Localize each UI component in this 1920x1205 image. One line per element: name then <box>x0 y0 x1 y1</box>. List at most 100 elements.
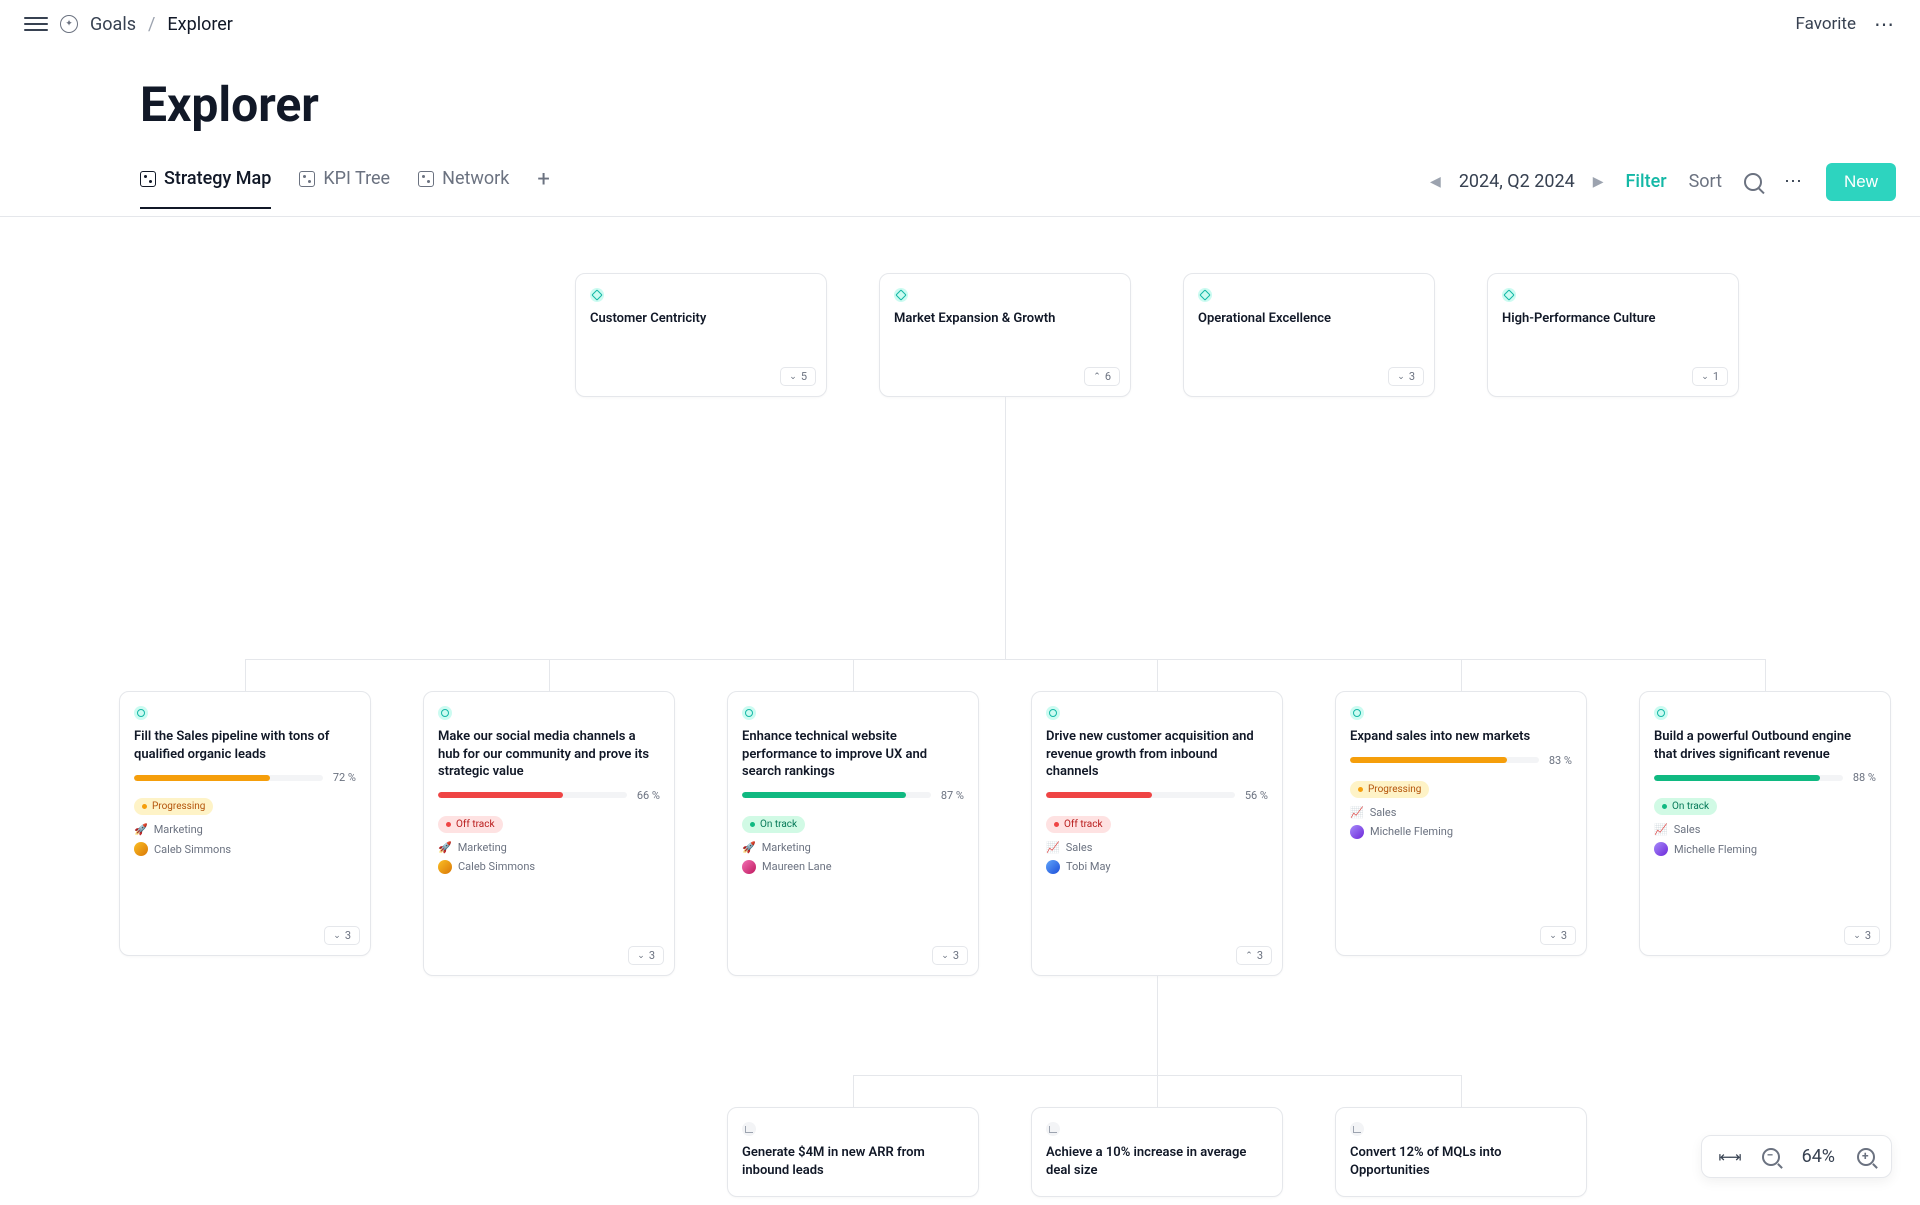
kpi-title: Convert 12% of MQLs into Opportunities <box>1350 1144 1572 1179</box>
team-tag: 📈Sales <box>1046 841 1268 854</box>
kpi-card[interactable]: Achieve a 10% increase in average deal s… <box>1031 1107 1283 1197</box>
period-next-button[interactable]: ▶ <box>1593 174 1604 190</box>
kpi-card[interactable]: Generate $4M in new ARR from inbound lea… <box>727 1107 979 1197</box>
chart-icon <box>1350 1122 1364 1136</box>
breadcrumb-root[interactable]: Goals <box>90 14 136 35</box>
zoom-out-button[interactable] <box>1762 1148 1780 1166</box>
team-tag: 🚀Marketing <box>134 823 356 836</box>
team-icon: 📈 <box>1046 841 1060 854</box>
expand-children-button[interactable]: ⌄3 <box>1540 926 1576 945</box>
team-tag: 📈Sales <box>1654 823 1876 836</box>
kpi-title: Achieve a 10% increase in average deal s… <box>1046 1144 1268 1179</box>
pillar-card[interactable]: High-Performance Culture ⌄ 1 <box>1487 273 1739 397</box>
children-count: 3 <box>1257 949 1263 962</box>
progress-bar <box>742 792 931 798</box>
zoom-toolbar: ⇤⇥ 64% <box>1701 1135 1892 1178</box>
favorite-button[interactable]: Favorite <box>1795 14 1856 34</box>
team-icon: 📈 <box>1654 823 1668 836</box>
children-count: 5 <box>801 370 807 383</box>
collapse-children-button[interactable]: ⌃3 <box>1236 946 1272 965</box>
owner-row: Caleb Simmons <box>438 860 660 874</box>
collapse-children-button[interactable]: ⌃ 6 <box>1084 367 1120 386</box>
expand-children-button[interactable]: ⌄3 <box>932 946 968 965</box>
pillar-icon <box>1198 288 1212 302</box>
pillar-icon <box>590 288 604 302</box>
goal-card[interactable]: Expand sales into new markets 83 % Progr… <box>1335 691 1587 956</box>
page-title: Explorer <box>0 48 1920 133</box>
add-view-button[interactable]: + <box>537 167 549 210</box>
team-tag: 🚀Marketing <box>742 841 964 854</box>
goal-card[interactable]: Build a powerful Outbound engine that dr… <box>1639 691 1891 956</box>
goal-icon <box>438 706 452 720</box>
filter-button[interactable]: Filter <box>1626 171 1667 192</box>
children-count: 3 <box>1409 370 1415 383</box>
compass-icon: ✦ <box>60 15 78 33</box>
expand-children-button[interactable]: ⌄ 5 <box>780 367 816 386</box>
status-badge: On track <box>742 816 805 833</box>
pillar-title: Market Expansion & Growth <box>894 310 1116 328</box>
progress-percent: 56 % <box>1245 789 1268 802</box>
chevron-down-icon: ⌄ <box>637 951 645 961</box>
pillar-icon <box>894 288 908 302</box>
connector-line <box>1461 659 1462 691</box>
pillar-card[interactable]: Operational Excellence ⌄ 3 <box>1183 273 1435 397</box>
expand-children-button[interactable]: ⌄ 3 <box>1388 367 1424 386</box>
connector-line <box>853 659 854 691</box>
breadcrumb-current[interactable]: Explorer <box>167 14 233 35</box>
kpi-card[interactable]: Convert 12% of MQLs into Opportunities <box>1335 1107 1587 1197</box>
fit-to-screen-button[interactable]: ⇤⇥ <box>1718 1148 1739 1166</box>
team-icon: 📈 <box>1350 806 1364 819</box>
goal-card[interactable]: Enhance technical website performance to… <box>727 691 979 976</box>
children-count: 3 <box>345 929 351 942</box>
chart-icon <box>1046 1122 1060 1136</box>
period-label[interactable]: 2024, Q2 2024 <box>1459 171 1575 192</box>
zoom-in-button[interactable] <box>1857 1148 1875 1166</box>
more-menu-button[interactable]: ⋯ <box>1874 12 1896 36</box>
connector-line <box>1005 397 1006 659</box>
chevron-down-icon: ⌄ <box>789 372 797 382</box>
goal-icon <box>1350 706 1364 720</box>
expand-children-button[interactable]: ⌄ 1 <box>1692 367 1728 386</box>
goal-card[interactable]: Fill the Sales pipeline with tons of qua… <box>119 691 371 956</box>
pillar-title: Operational Excellence <box>1198 310 1420 328</box>
new-button[interactable]: New <box>1826 163 1896 201</box>
goal-title: Build a powerful Outbound engine that dr… <box>1654 728 1876 763</box>
children-count: 6 <box>1105 370 1111 383</box>
avatar <box>438 860 452 874</box>
owner-row: Maureen Lane <box>742 860 964 874</box>
expand-children-button[interactable]: ⌄3 <box>324 926 360 945</box>
chevron-down-icon: ⌄ <box>333 931 341 941</box>
goal-card[interactable]: Make our social media channels a hub for… <box>423 691 675 976</box>
goal-title: Fill the Sales pipeline with tons of qua… <box>134 728 356 763</box>
connector-line <box>1765 659 1766 691</box>
owner-row: Caleb Simmons <box>134 842 356 856</box>
chevron-up-icon: ⌃ <box>1245 951 1253 961</box>
team-icon: 🚀 <box>134 823 148 836</box>
search-icon[interactable] <box>1744 173 1762 191</box>
chevron-down-icon: ⌄ <box>941 951 949 961</box>
progress-percent: 66 % <box>637 789 660 802</box>
pillar-icon <box>1502 288 1516 302</box>
zoom-out-icon <box>1762 1148 1780 1166</box>
sort-button[interactable]: Sort <box>1689 171 1722 192</box>
expand-children-button[interactable]: ⌄3 <box>1844 926 1880 945</box>
progress-bar <box>1350 757 1539 763</box>
progress-percent: 88 % <box>1853 771 1876 784</box>
team-icon: 🚀 <box>742 841 756 854</box>
period-navigator: ◀ 2024, Q2 2024 ▶ <box>1430 171 1603 192</box>
menu-button[interactable] <box>24 12 48 36</box>
view-tabs: Strategy Map KPI Tree Network + <box>140 167 550 210</box>
children-count: 3 <box>953 949 959 962</box>
goal-card[interactable]: Drive new customer acquisition and reven… <box>1031 691 1283 976</box>
owner-row: Michelle Fleming <box>1350 825 1572 839</box>
status-badge: On track <box>1654 798 1717 815</box>
view-more-button[interactable]: ⋯ <box>1784 171 1804 192</box>
pillar-card[interactable]: Market Expansion & Growth ⌃ 6 <box>879 273 1131 397</box>
tab-strategy-map[interactable]: Strategy Map <box>140 168 271 209</box>
period-prev-button[interactable]: ◀ <box>1430 174 1441 190</box>
tab-network[interactable]: Network <box>418 168 509 209</box>
tab-kpi-tree[interactable]: KPI Tree <box>299 168 390 209</box>
expand-children-button[interactable]: ⌄3 <box>628 946 664 965</box>
strategy-map-canvas[interactable]: Customer Centricity ⌄ 5 Market Expansion… <box>0 217 1920 1205</box>
pillar-card[interactable]: Customer Centricity ⌄ 5 <box>575 273 827 397</box>
